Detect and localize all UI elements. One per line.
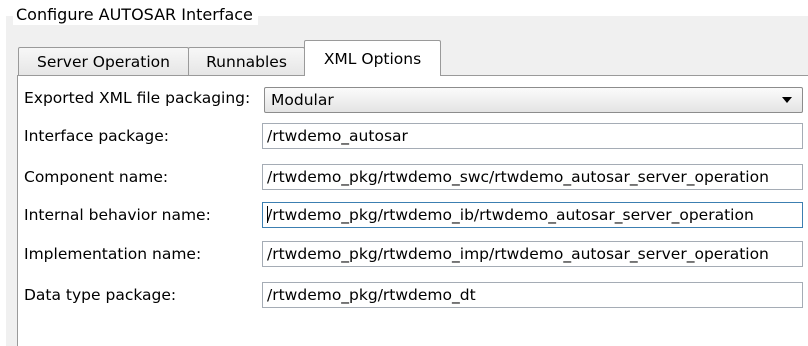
group-title: Configure AUTOSAR Interface: [13, 5, 258, 25]
interface-package-input[interactable]: /rtwdemo_autosar: [262, 123, 803, 149]
dropdown-arrow-icon: [782, 97, 792, 103]
implementation-name-label: Implementation name:: [24, 245, 202, 263]
tab-server-operation[interactable]: Server Operation: [18, 47, 189, 75]
data-type-package-label: Data type package:: [24, 286, 177, 304]
packaging-dropdown[interactable]: Modular: [264, 87, 803, 113]
tab-xml-options[interactable]: XML Options: [304, 40, 441, 76]
implementation-name-input[interactable]: /rtwdemo_pkg/rtwdemo_imp/rtwdemo_autosar…: [262, 241, 803, 267]
component-name-label: Component name:: [24, 168, 169, 186]
tab-runnables[interactable]: Runnables: [188, 47, 305, 75]
interface-package-label: Interface package:: [24, 127, 169, 145]
internal-behavior-name-label: Internal behavior name:: [24, 206, 211, 224]
internal-behavior-name-input[interactable]: /rtwdemo_pkg/rtwdemo_ib/rtwdemo_autosar_…: [262, 202, 803, 228]
internal-behavior-name-value: /rtwdemo_pkg/rtwdemo_ib/rtwdemo_autosar_…: [267, 206, 754, 224]
packaging-label: Exported XML file packaging:: [24, 89, 251, 107]
data-type-package-input[interactable]: /rtwdemo_pkg/rtwdemo_dt: [262, 282, 803, 308]
text-caret: [267, 206, 268, 223]
component-name-input[interactable]: /rtwdemo_pkg/rtwdemo_swc/rtwdemo_autosar…: [262, 164, 803, 190]
packaging-value: Modular: [271, 91, 334, 109]
